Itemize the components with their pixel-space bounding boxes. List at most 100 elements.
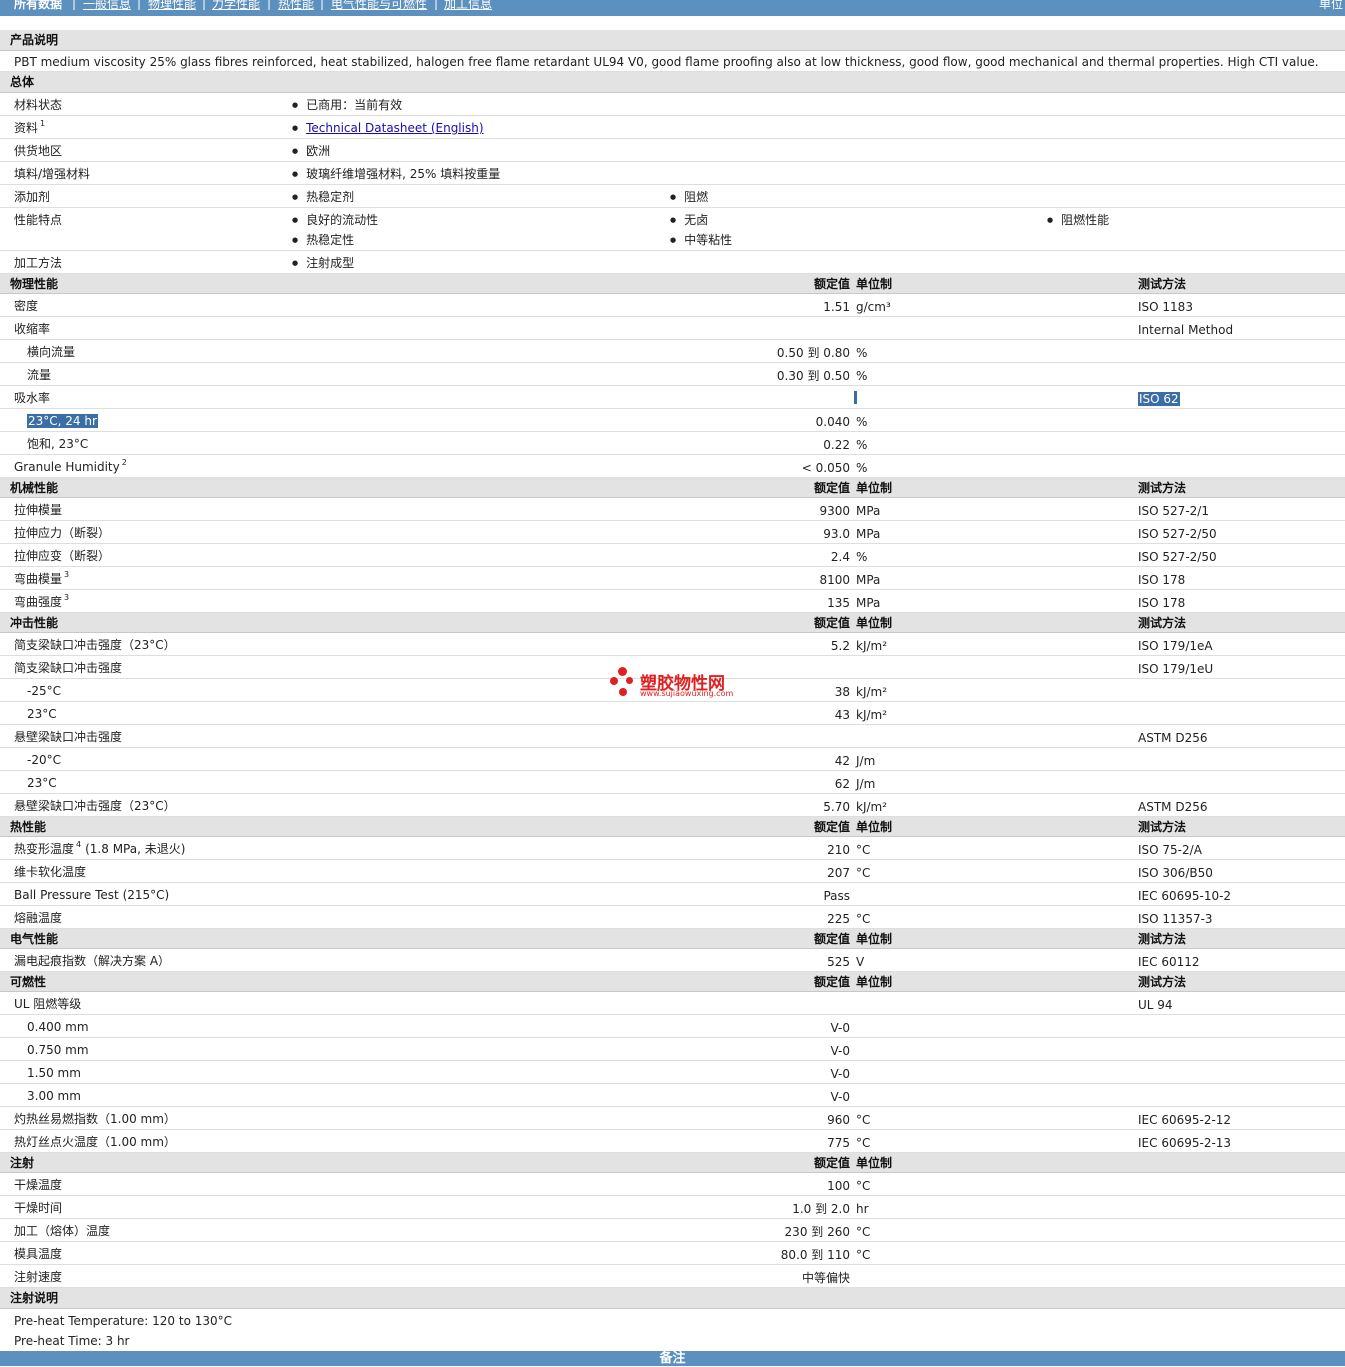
nav-tab-5[interactable]: 电气性能与可燃性 <box>331 0 427 12</box>
unit-value: kJ/m² <box>856 639 888 653</box>
property-label: 注射速度 <box>14 1270 62 1284</box>
footer-notes-bar[interactable]: 备注 <box>0 1351 1345 1366</box>
property-row: 拉伸应变（断裂） 2.4% ISO 527-2/50 <box>0 544 1345 567</box>
unit-value: °C <box>856 1248 871 1262</box>
unit-value: V <box>856 955 865 969</box>
unit-value: % <box>856 550 868 564</box>
general-value-text: 欧洲 <box>306 144 331 158</box>
test-method: ISO 62 <box>1138 392 1180 406</box>
property-label: 收缩率 <box>14 322 50 336</box>
nav-tab-0[interactable]: 所有数据 <box>14 0 62 12</box>
selection-caret <box>854 391 857 404</box>
section-title: 产品说明 <box>10 33 59 47</box>
column-test-method: 测试方法 <box>1138 481 1187 495</box>
property-label-text: 热灯丝点火温度（1.00 mm） <box>14 1135 176 1149</box>
test-method: UL 94 <box>1138 998 1173 1012</box>
test-method: IEC 60695-2-12 <box>1138 1113 1231 1127</box>
footnote-marker[interactable]: 2 <box>122 458 127 467</box>
general-row: 材料状态 已商用：当前有效 <box>0 93 1345 116</box>
general-value: 欧洲 <box>292 144 330 160</box>
column-test-method: 测试方法 <box>1138 277 1187 291</box>
unit-value: °C <box>856 1225 871 1239</box>
property-row: 0.750 mm V-0 <box>0 1038 1345 1061</box>
footnote-marker[interactable]: 3 <box>64 570 69 579</box>
nominal-value: 38 <box>834 685 850 699</box>
property-row: 23°C 62 J/m <box>0 771 1345 794</box>
column-nominal: 额定值 <box>813 975 850 989</box>
nav-tab-4[interactable]: 热性能 <box>278 0 314 12</box>
test-method-text: ISO 11357-3 <box>1138 912 1213 926</box>
property-label: 拉伸应变（断裂） <box>14 549 110 563</box>
property-label-text: Granule Humidity <box>14 460 120 474</box>
property-label: 干燥温度 <box>14 1178 62 1192</box>
property-label-text: 干燥时间 <box>14 1201 63 1215</box>
unit-value: % <box>856 438 868 452</box>
general-value: 已商用：当前有效 <box>292 98 402 114</box>
property-label: 干燥时间 <box>14 1201 62 1215</box>
general-value: 热稳定剂 <box>292 190 354 206</box>
nav-tab-6[interactable]: 加工信息 <box>444 0 492 12</box>
property-label-text: 吸水率 <box>14 391 51 405</box>
nominal-value: 5.2 <box>830 639 850 653</box>
nominal-value: 9300 <box>819 504 850 518</box>
property-label-text: 拉伸应变（断裂） <box>14 549 111 563</box>
property-label: 拉伸模量 <box>14 503 62 517</box>
property-label-text: 弯曲强度 <box>14 595 63 609</box>
footnote-marker[interactable]: 1 <box>40 119 45 128</box>
column-nominal: 额定值 <box>813 932 850 946</box>
property-label-text: UL 阻燃等级 <box>14 997 82 1011</box>
general-row: 加工方法 注射成型 <box>0 251 1345 274</box>
nominal-value: 中等偏快 <box>801 1271 850 1285</box>
test-method-text: ASTM D256 <box>1138 800 1208 814</box>
property-label-text: 23°C <box>27 776 57 790</box>
footnote-marker[interactable]: 3 <box>64 593 69 602</box>
general-value[interactable]: Technical Datasheet (English) <box>292 121 483 137</box>
general-value-text: 热稳定性 <box>306 233 355 247</box>
property-label: 0.750 mm <box>27 1043 89 1057</box>
property-label: -25°C <box>27 684 61 698</box>
nav-tab-1[interactable]: 一般信息 <box>83 0 131 12</box>
nominal-value: V-0 <box>830 1067 850 1081</box>
property-row: 漏电起痕指数（解决方案 A） 525 V IEC 60112 <box>0 949 1345 972</box>
property-label: 23°C <box>27 707 57 721</box>
nominal-value: V-0 <box>830 1044 850 1058</box>
nav-tab-2[interactable]: 物理性能 <box>148 0 196 12</box>
test-method: ISO 75-2/A <box>1138 843 1202 857</box>
property-label-text: 加工（熔体）温度 <box>14 1224 111 1238</box>
property-row: 弯曲模量 3 8100 MPa ISO 178 <box>0 567 1345 590</box>
property-label-text: 0.400 mm <box>27 1020 89 1034</box>
property-label: 简支梁缺口冲击强度 <box>14 661 122 675</box>
test-method-text: IEC 60695-10-2 <box>1138 889 1232 903</box>
property-label: Ball Pressure Test (215°C) <box>14 888 169 902</box>
property-label: 悬壁梁缺口冲击强度 <box>14 730 122 744</box>
property-label: 悬壁梁缺口冲击强度（23°C） <box>14 799 176 813</box>
test-method-text: ISO 527-2/50 <box>1138 527 1217 541</box>
property-row: 模具温度 80.0 到 110 °C <box>0 1242 1345 1265</box>
test-method: Internal Method <box>1138 323 1233 337</box>
property-label: 拉伸应力（断裂） <box>14 526 110 540</box>
test-method-text: ISO 179/1eU <box>1138 662 1214 676</box>
property-label-text: 23°C <box>27 707 57 721</box>
property-row: 流量 0.30 到 0.50% <box>0 363 1345 386</box>
unit-value: MPa <box>856 596 881 610</box>
footnote-marker[interactable]: 4 <box>76 840 81 849</box>
property-row: 灼热丝易燃指数（1.00 mm） 960 °C IEC 60695-2-12 <box>0 1107 1345 1130</box>
unit-value: J/m <box>856 777 876 791</box>
section-title: 热性能 <box>10 820 47 834</box>
unit-value: hr <box>856 1202 869 1216</box>
property-label: 加工（熔体）温度 <box>14 1224 110 1238</box>
nominal-value: V-0 <box>830 1090 850 1104</box>
property-row: 23°C, 24 hr 0.040% <box>0 409 1345 432</box>
property-label: 弯曲模量 3 <box>14 570 69 586</box>
datasheet-link[interactable]: Technical Datasheet (English) <box>306 121 483 135</box>
property-row: 横向流量 0.50 到 0.80% <box>0 340 1345 363</box>
section-header: 电气性能 额定值 单位制 测试方法 <box>0 929 1345 949</box>
section-title: 总体 <box>10 75 35 89</box>
unit-selector[interactable]: 单位 <box>1319 0 1343 12</box>
property-label-text: 模具温度 <box>14 1247 63 1261</box>
general-value-text: 无卤 <box>684 213 709 227</box>
nav-tab-3[interactable]: 力学性能 <box>212 0 260 12</box>
property-label-text: 资料 <box>14 121 39 135</box>
unit-value: MPa <box>856 573 881 587</box>
property-label: 23°C, 24 hr <box>27 414 98 428</box>
